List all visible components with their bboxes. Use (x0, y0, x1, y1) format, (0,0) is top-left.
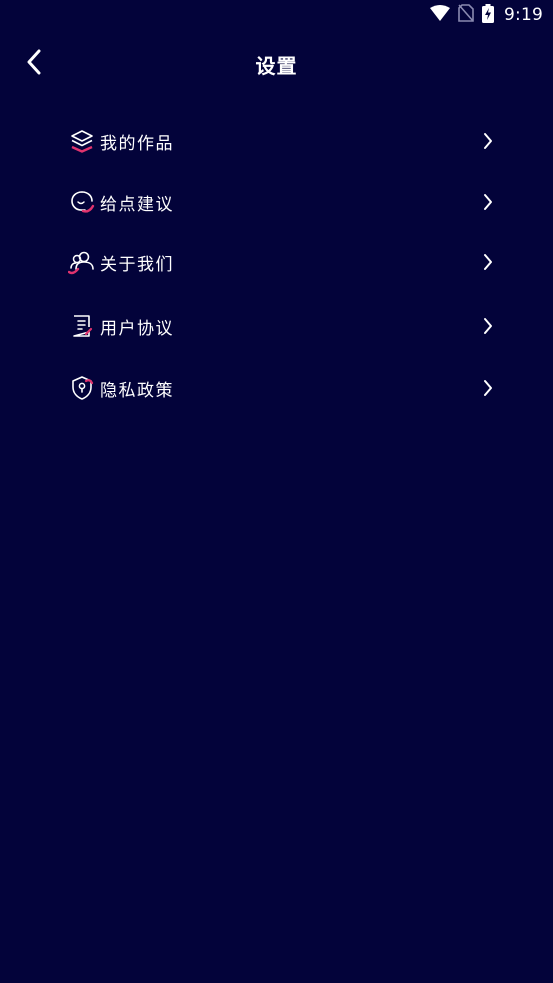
no-sim-icon (458, 4, 474, 26)
document-icon (68, 312, 96, 340)
menu-item-label: 关于我们 (100, 254, 174, 275)
chevron-right-icon (478, 378, 498, 398)
menu-item-my-works[interactable]: 我的作品 (68, 121, 498, 161)
status-time: 9:19 (504, 5, 543, 25)
menu-item-feedback[interactable]: 给点建议 (68, 182, 498, 222)
menu-item-privacy-policy[interactable]: 隐私政策 (68, 368, 498, 408)
battery-charging-icon (482, 3, 495, 27)
header: 设置 (0, 38, 553, 90)
chevron-right-icon (478, 192, 498, 212)
menu-item-about-us[interactable]: 关于我们 (68, 242, 498, 282)
menu-item-label: 我的作品 (100, 133, 174, 154)
wifi-icon (430, 5, 451, 25)
menu-item-user-agreement[interactable]: 用户协议 (68, 306, 498, 346)
shield-lock-icon (68, 374, 96, 402)
menu-item-label: 用户协议 (100, 318, 174, 339)
page-title: 设置 (255, 54, 298, 78)
chat-bubble-icon (68, 188, 96, 216)
chevron-right-icon (478, 252, 498, 272)
chevron-right-icon (478, 316, 498, 336)
menu-item-label: 隐私政策 (100, 380, 174, 401)
people-icon (68, 248, 96, 276)
menu-item-label: 给点建议 (100, 194, 174, 215)
status-bar: 9:19 (0, 0, 553, 30)
layers-icon (68, 127, 96, 155)
status-icons: 9:19 (430, 3, 543, 27)
chevron-right-icon (478, 131, 498, 151)
